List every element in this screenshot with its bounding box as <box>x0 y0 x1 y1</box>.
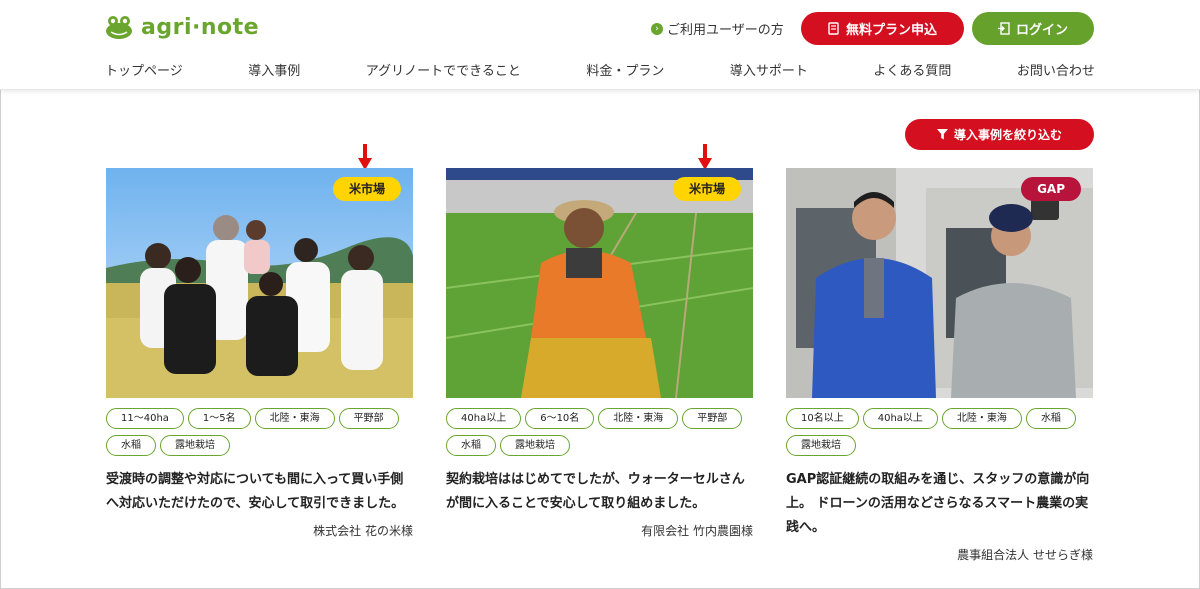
user-link-label: ご利用ユーザーの方 <box>667 23 784 38</box>
nav-item-support[interactable]: 導入サポート <box>730 60 808 79</box>
case-photo-seedling-greenhouse[interactable]: 米市場 <box>446 168 753 398</box>
case-description: 受渡時の調整や対応についても間に入って買い手側へ対応いただけたので、安心して取引… <box>106 472 405 511</box>
frog-logo-icon <box>106 16 132 39</box>
case-card[interactable]: 米市場 11〜40ha 1〜5名 北陸・東海 平野部 水稲 露地栽培 受渡時の調… <box>106 168 413 539</box>
tag-crop[interactable]: 水稲 <box>446 435 496 456</box>
tag-list: 11〜40ha 1〜5名 北陸・東海 平野部 水稲 露地栽培 <box>106 408 413 456</box>
document-icon <box>828 22 839 35</box>
case-card[interactable]: 米市場 40ha以上 6〜10名 北陸・東海 平野部 水稲 露地栽培 契約栽培は… <box>446 168 753 539</box>
nav-item-cases[interactable]: 導入事例 <box>248 60 300 79</box>
red-down-arrow-icon <box>358 144 372 170</box>
tag-region[interactable]: 北陸・東海 <box>941 408 1022 429</box>
login-door-icon <box>997 22 1010 35</box>
logo[interactable]: agri·note <box>105 14 259 40</box>
category-badge: 米市場 <box>332 177 401 201</box>
tag-terrain[interactable]: 平野部 <box>682 408 743 429</box>
site-header: agri·note › ご利用ユーザーの方 無料プラン申込 ログイン トップペー… <box>0 0 1200 90</box>
case-company: 農事組合法人 せせらぎ様 <box>957 548 1093 562</box>
case-photo-two-men-building[interactable]: GAP <box>786 168 1093 398</box>
nav-item-top[interactable]: トップページ <box>105 60 183 79</box>
tag-list: 10名以上 40ha以上 北陸・東海 水稲 露地栽培 <box>786 408 1093 456</box>
signup-label: 無料プラン申込 <box>845 23 937 38</box>
circle-arrow-icon: › <box>651 22 663 35</box>
main-nav: トップページ 導入事例 アグリノートでできること 料金・プラン 導入サポート よ… <box>105 60 1095 79</box>
tag-region[interactable]: 北陸・東海 <box>598 408 679 429</box>
case-card[interactable]: GAP 10名以上 40ha以上 北陸・東海 水稲 露地栽培 GAP認証継続の取… <box>786 168 1093 563</box>
two-men-photo-illustration <box>786 168 1093 398</box>
tag-staff[interactable]: 10名以上 <box>786 408 859 429</box>
case-description: GAP認証継続の取組みを通じ、スタッフの意識が向上。 ドローンの活用などさらなる… <box>786 472 1090 535</box>
login-button[interactable]: ログイン <box>972 12 1094 45</box>
tag-staff[interactable]: 1〜5名 <box>187 408 251 429</box>
free-plan-signup-button[interactable]: 無料プラン申込 <box>801 12 964 45</box>
tag-cultivation[interactable]: 露地栽培 <box>500 435 570 456</box>
login-label: ログイン <box>1015 23 1068 38</box>
nav-item-faq[interactable]: よくある質問 <box>873 60 951 79</box>
nav-item-features[interactable]: アグリノートでできること <box>366 60 521 79</box>
tag-list: 40ha以上 6〜10名 北陸・東海 平野部 水稲 露地栽培 <box>446 408 753 456</box>
tag-terrain[interactable]: 平野部 <box>338 408 399 429</box>
user-link[interactable]: › ご利用ユーザーの方 <box>651 19 784 38</box>
tag-area[interactable]: 40ha以上 <box>446 408 522 429</box>
red-down-arrow-icon <box>698 144 712 170</box>
nav-item-contact[interactable]: お問い合わせ <box>1017 60 1095 79</box>
filter-cases-button[interactable]: 導入事例を絞り込む <box>905 119 1094 150</box>
tag-area[interactable]: 11〜40ha <box>106 408 184 429</box>
logo-text: agri·note <box>141 14 260 40</box>
family-photo-illustration <box>106 168 413 398</box>
case-company: 株式会社 花の米様 <box>313 524 413 538</box>
nav-item-pricing[interactable]: 料金・プラン <box>586 60 664 79</box>
category-badge: 米市場 <box>672 177 741 201</box>
tag-region[interactable]: 北陸・東海 <box>254 408 335 429</box>
seedling-photo-illustration <box>446 168 753 398</box>
tag-area[interactable]: 40ha以上 <box>862 408 938 429</box>
tag-staff[interactable]: 6〜10名 <box>525 408 595 429</box>
tag-cultivation[interactable]: 露地栽培 <box>160 435 230 456</box>
case-photo-family-rice-field[interactable]: 米市場 <box>106 168 413 398</box>
filter-label: 導入事例を絞り込む <box>953 128 1062 142</box>
case-company: 有限会社 竹内農園様 <box>641 524 753 538</box>
tag-cultivation[interactable]: 露地栽培 <box>786 435 856 456</box>
filter-funnel-icon <box>936 129 948 140</box>
tag-crop[interactable]: 水稲 <box>1025 408 1076 429</box>
tag-crop[interactable]: 水稲 <box>106 435 156 456</box>
category-badge: GAP <box>1021 177 1081 201</box>
case-description: 契約栽培ははじめてでしたが、ウォーターセルさんが間に入ることで安心して取り組めま… <box>446 472 745 511</box>
